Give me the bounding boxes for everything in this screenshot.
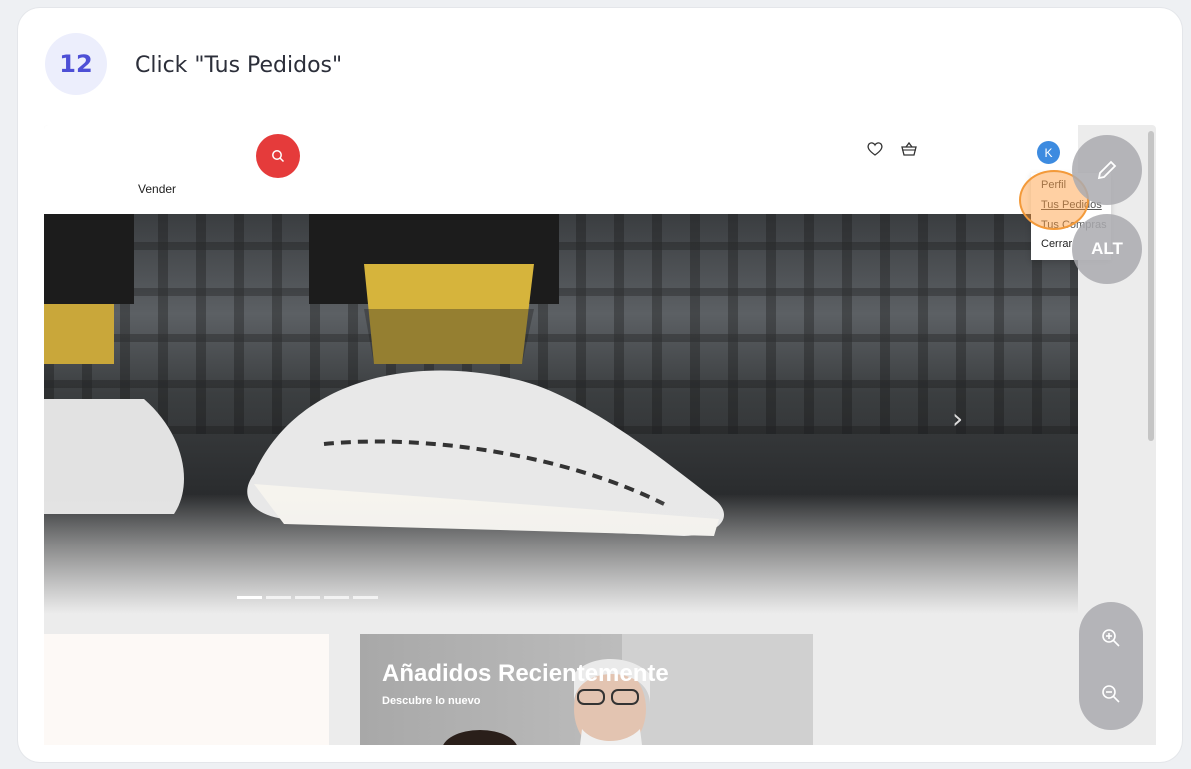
promo-person-image [443,634,813,745]
search-button[interactable] [256,134,300,178]
basket-icon[interactable] [900,141,918,157]
step-instruction: Click "Tus Pedidos" [135,53,343,78]
carousel-dot[interactable] [324,596,349,599]
heart-icon[interactable] [866,141,884,157]
scrollbar[interactable] [1148,131,1154,441]
zoom-out-button[interactable] [1079,664,1143,724]
chevron-right-icon[interactable]: › [952,402,963,435]
carousel-dot[interactable] [353,596,378,599]
carousel-dot[interactable] [237,596,262,599]
promo-card-blank[interactable] [44,634,329,745]
promo-subtitle: Descubre lo nuevo [382,695,481,707]
tutorial-step-card: 12 Click "Tus Pedidos" Vender K › Perfil… [18,8,1182,762]
zoom-in-button[interactable] [1079,608,1143,668]
menu-item-cerrar[interactable]: Cerrar [1041,238,1072,250]
edit-button[interactable] [1072,135,1142,205]
carousel-dots [237,596,378,599]
alt-text-button[interactable]: ALT [1072,214,1142,284]
screenshot-frame: Vender K › Perfil Tus Pedidos Tus Compra… [44,125,1156,745]
promo-title: Añadidos Recientemente [382,660,669,687]
hero-fade [44,494,1078,614]
carousel-dot[interactable] [295,596,320,599]
carousel-dot[interactable] [266,596,291,599]
sell-link[interactable]: Vender [138,182,176,196]
pencil-icon [1097,160,1117,180]
search-icon [272,150,285,163]
zoom-out-icon [1102,685,1120,703]
zoom-in-icon [1102,629,1120,647]
site-header: Vender K [44,125,1078,214]
step-number-badge: 12 [45,33,107,95]
promo-card-recent[interactable]: Añadidos Recientemente Descubre lo nuevo [360,634,813,745]
user-avatar[interactable]: K [1037,141,1060,164]
hero-banner: › [44,214,1078,614]
zoom-controls [1079,602,1143,730]
